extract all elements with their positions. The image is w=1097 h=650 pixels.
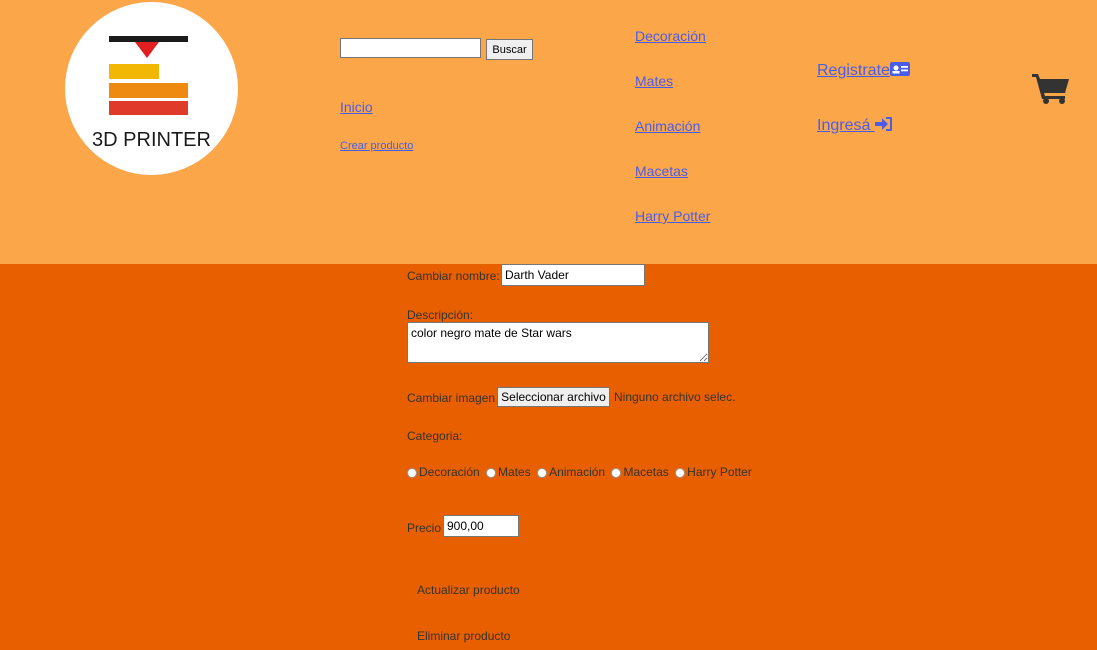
descripcion-label: Descripción: xyxy=(407,308,474,322)
logo-layer xyxy=(109,64,159,79)
search-input[interactable] xyxy=(340,38,481,58)
file-status: Ninguno archivo selec. xyxy=(614,390,736,404)
category-link-harry-potter[interactable]: Harry Potter xyxy=(635,208,710,224)
category-link-mates[interactable]: Mates xyxy=(635,73,673,89)
precio-label: Precio xyxy=(407,521,442,535)
logo-layer xyxy=(109,83,188,98)
ingresa-link[interactable]: Ingresá xyxy=(817,116,893,135)
registrate-link[interactable]: Registrate xyxy=(817,62,910,80)
eliminar-producto-button[interactable]: Eliminar producto xyxy=(417,629,510,643)
radio-option-decoracion[interactable]: Decoración xyxy=(407,465,480,479)
category-link-animacion[interactable]: Animación xyxy=(635,118,700,134)
sign-in-icon xyxy=(874,117,892,131)
radio-button[interactable] xyxy=(486,467,497,478)
radio-button[interactable] xyxy=(407,467,417,478)
radio-button[interactable] xyxy=(675,467,686,478)
file-select-button[interactable]: Seleccionar archivo xyxy=(497,387,610,407)
nombre-label: Cambiar nombre: xyxy=(407,269,500,283)
category-link-macetas[interactable]: Macetas xyxy=(635,163,688,179)
nombre-input[interactable] xyxy=(501,264,645,286)
site-header: 3D PRINTER Buscar Inicio Crear producto … xyxy=(0,0,1097,264)
radio-option-animacion[interactable]: Animación xyxy=(537,465,605,479)
nav-link-inicio[interactable]: Inicio xyxy=(340,99,373,115)
precio-input[interactable] xyxy=(443,515,519,537)
id-card-icon xyxy=(889,62,910,76)
shopping-cart-icon[interactable] xyxy=(1032,72,1070,104)
radio-option-harry-potter[interactable]: Harry Potter xyxy=(675,465,752,479)
categoria-radio-group: Decoración Mates Animación Macetas Harry… xyxy=(407,465,755,479)
descripcion-textarea[interactable]: color negro mate de Star wars xyxy=(407,322,709,363)
radio-button[interactable] xyxy=(611,467,622,478)
registrate-label: Registrate xyxy=(817,62,890,79)
logo-triangle xyxy=(135,42,159,58)
ingresa-label: Ingresá xyxy=(817,117,871,134)
logo-text: 3D PRINTER xyxy=(92,129,211,151)
radio-option-mates[interactable]: Mates xyxy=(486,465,531,479)
search-button[interactable]: Buscar xyxy=(486,39,533,60)
logo[interactable]: 3D PRINTER xyxy=(65,2,238,175)
nav-link-crear-producto[interactable]: Crear producto xyxy=(340,140,413,152)
actualizar-producto-button[interactable]: Actualizar producto xyxy=(417,583,520,597)
category-link-decoracion[interactable]: Decoración xyxy=(635,28,706,44)
logo-layer xyxy=(109,101,188,115)
radio-option-macetas[interactable]: Macetas xyxy=(611,465,669,479)
radio-button[interactable] xyxy=(537,467,548,478)
imagen-label: Cambiar imagen xyxy=(407,391,496,405)
categoria-label: Categoria: xyxy=(407,429,463,443)
